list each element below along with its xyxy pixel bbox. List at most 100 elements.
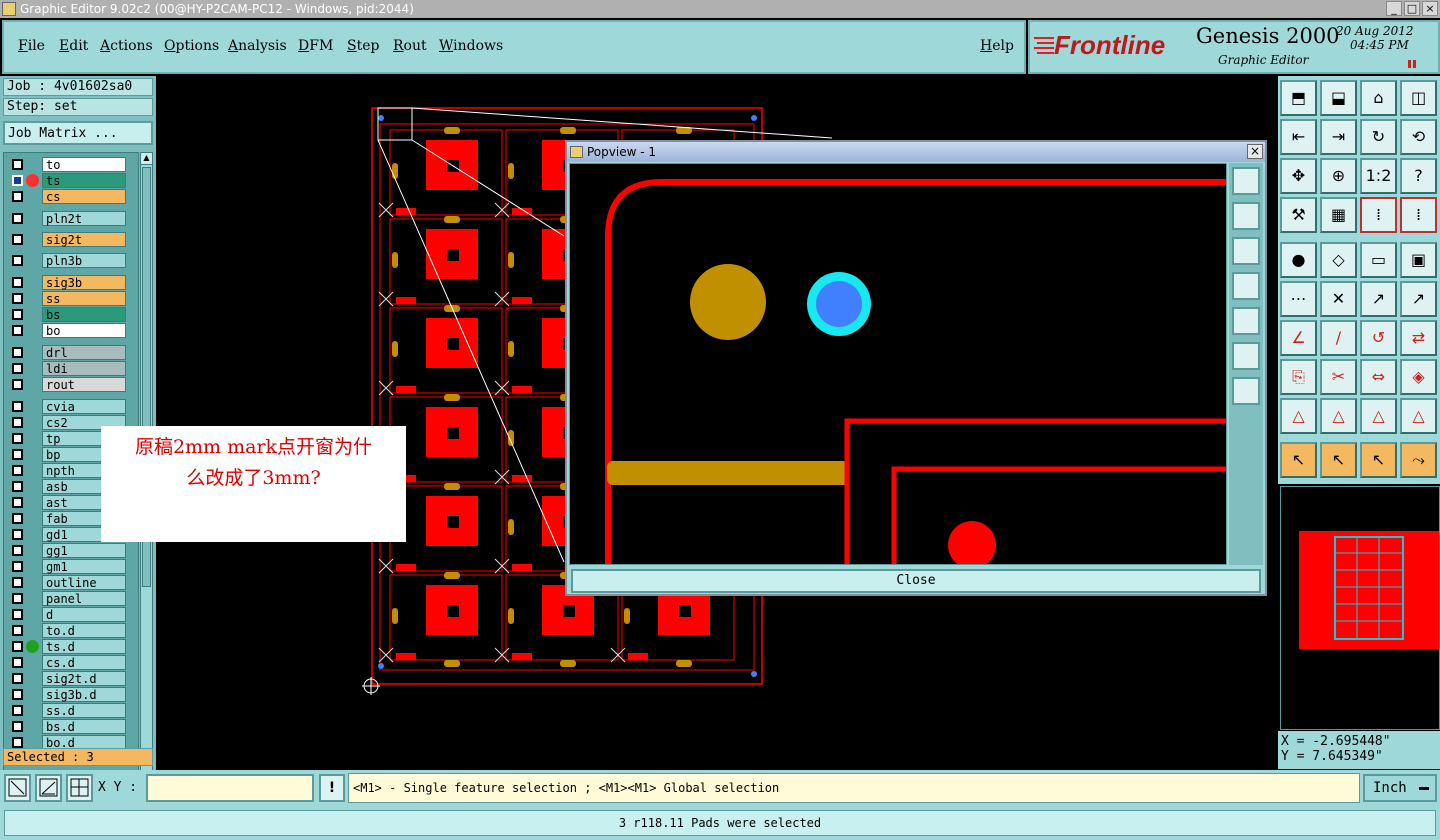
layer-checkbox[interactable] — [12, 379, 23, 390]
menu-options[interactable]: Options — [164, 38, 219, 54]
layer-checkbox[interactable] — [12, 481, 23, 492]
layer-checkbox[interactable] — [12, 721, 23, 732]
layer-row-cvia[interactable]: cvia — [4, 399, 140, 414]
pointer-icon[interactable]: ↖ — [1360, 442, 1397, 478]
move-icon[interactable]: ↗ — [1360, 281, 1397, 317]
layer-row-ldi[interactable]: ldi — [4, 361, 140, 376]
layer-row-gg1[interactable]: gg1 — [4, 543, 140, 558]
layer-name[interactable]: sig2t — [42, 232, 126, 247]
layer-row-to[interactable]: to — [4, 157, 140, 172]
layer-checkbox[interactable] — [12, 625, 23, 636]
layer-checkbox[interactable] — [12, 561, 23, 572]
line-icon[interactable]: / — [1320, 320, 1357, 356]
layer-checkbox[interactable] — [12, 293, 23, 304]
layer-checkbox[interactable] — [12, 673, 23, 684]
layer-name[interactable]: cs.d — [42, 655, 126, 670]
pv-right-icon[interactable] — [1232, 307, 1260, 335]
help-icon[interactable]: ? — [1400, 158, 1437, 194]
layer-row-panel[interactable]: panel — [4, 591, 140, 606]
delete-icon[interactable]: ✕ — [1320, 281, 1357, 317]
menu-dfm[interactable]: DFM — [298, 38, 333, 54]
layer-name[interactable]: sig2t.d — [42, 671, 126, 686]
layer-row-pln2t[interactable]: pln2t — [4, 211, 140, 226]
menu-file[interactable]: File — [18, 38, 45, 54]
layer-name[interactable]: ss.d — [42, 703, 126, 718]
layer-name[interactable]: bs.d — [42, 719, 126, 734]
menu-rout[interactable]: Rout — [393, 38, 427, 54]
route-icon[interactable]: ⤳ — [1400, 442, 1437, 478]
layer-row-rout[interactable]: rout — [4, 377, 140, 392]
layer-checkbox[interactable] — [12, 347, 23, 358]
popview-close-icon[interactable]: × — [1247, 144, 1263, 159]
layer-name[interactable]: ts — [42, 173, 126, 188]
layer-name[interactable]: pln2t — [42, 211, 126, 226]
layer-name[interactable]: ldi — [42, 361, 126, 376]
layer-checkbox[interactable] — [12, 705, 23, 716]
layer-name[interactable]: cvia — [42, 399, 126, 414]
layer-row-bs[interactable]: bs — [4, 307, 140, 322]
layer-name[interactable]: sig3b.d — [42, 687, 126, 702]
resize-icon[interactable]: ⇔ — [1360, 359, 1397, 395]
zoom-box-icon[interactable] — [4, 774, 31, 802]
layer-checkbox[interactable] — [12, 593, 23, 604]
layer-row-sig2t[interactable]: sig2t — [4, 232, 140, 247]
layer-name[interactable]: outline — [42, 575, 126, 590]
layer-name[interactable]: rout — [42, 377, 126, 392]
layer-row-d[interactable]: d — [4, 607, 140, 622]
layer-checkbox[interactable] — [12, 545, 23, 556]
layers-icon[interactable]: ⁞ — [1360, 197, 1397, 233]
layer-checkbox[interactable] — [12, 213, 23, 224]
layer-checkbox[interactable] — [12, 737, 23, 748]
window-icon[interactable]: ◫ — [1400, 80, 1437, 116]
layer-checkbox[interactable] — [12, 465, 23, 476]
gold-finger-pad[interactable] — [607, 461, 849, 485]
layer-checkbox[interactable] — [12, 417, 23, 428]
popview-title-bar[interactable]: Popview - 1 — [567, 142, 1265, 162]
center-icon[interactable]: ⊕ — [1320, 158, 1357, 194]
layer-name[interactable]: bo — [42, 323, 126, 338]
layer-name[interactable]: sig3b — [42, 275, 126, 290]
layer-name[interactable]: bs — [42, 307, 126, 322]
arc-icon[interactable]: △ — [1360, 398, 1397, 434]
popview-window[interactable]: Popview - 1 × Close — [565, 140, 1267, 596]
layer-checkbox[interactable] — [12, 255, 23, 266]
layer-row-pln3b[interactable]: pln3b — [4, 253, 140, 268]
layer-row-sig2t-d[interactable]: sig2t.d — [4, 671, 140, 686]
redraw-icon[interactable]: ↻ — [1360, 119, 1397, 155]
popview-close-button[interactable]: Close — [571, 569, 1261, 593]
menu-help[interactable]: Help — [980, 38, 1014, 54]
layer-row-outline[interactable]: outline — [4, 575, 140, 590]
minimize-button[interactable]: _ — [1386, 1, 1402, 16]
layer-row-ss-d[interactable]: ss.d — [4, 703, 140, 718]
pv-center-icon[interactable] — [1232, 377, 1260, 405]
fit-icon[interactable]: ✥ — [1280, 158, 1317, 194]
layer-checkbox[interactable] — [12, 159, 23, 170]
connect-icon[interactable]: ⋯ — [1280, 281, 1317, 317]
move-icon[interactable]: ↗ — [1400, 281, 1437, 317]
layer-row-drl[interactable]: drl — [4, 345, 140, 360]
pan-left-icon[interactable]: ⇤ — [1280, 119, 1317, 155]
layer-name[interactable]: cs — [42, 189, 126, 204]
arc-icon[interactable]: △ — [1400, 398, 1437, 434]
pointer-icon[interactable]: ↖ — [1280, 442, 1317, 478]
layer-checkbox[interactable] — [12, 641, 23, 652]
ruler-icon[interactable]: ▭ — [1360, 242, 1397, 278]
menu-actions[interactable]: Actions — [100, 38, 153, 54]
menu-windows[interactable]: Windows — [439, 38, 503, 54]
layer-checkbox[interactable] — [12, 513, 23, 524]
layer-name[interactable]: to — [42, 157, 126, 172]
home-icon[interactable]: ⌂ — [1360, 80, 1397, 116]
menu-analysis[interactable]: Analysis — [228, 38, 287, 54]
layer-checkbox[interactable] — [12, 309, 23, 320]
shapes-icon[interactable]: ◈ — [1400, 359, 1437, 395]
close-window-button[interactable]: × — [1422, 1, 1438, 16]
layer-name[interactable]: d — [42, 607, 126, 622]
overview-map[interactable] — [1280, 486, 1440, 730]
layer-checkbox[interactable] — [12, 689, 23, 700]
layer-name[interactable]: ss — [42, 291, 126, 306]
layer-row-ss[interactable]: ss — [4, 291, 140, 306]
grid-snap-icon[interactable] — [66, 774, 93, 802]
snap-icon[interactable]: ⟲ — [1400, 119, 1437, 155]
units-select[interactable]: Inch — [1363, 774, 1437, 802]
layer-row-sig3b-d[interactable]: sig3b.d — [4, 687, 140, 702]
